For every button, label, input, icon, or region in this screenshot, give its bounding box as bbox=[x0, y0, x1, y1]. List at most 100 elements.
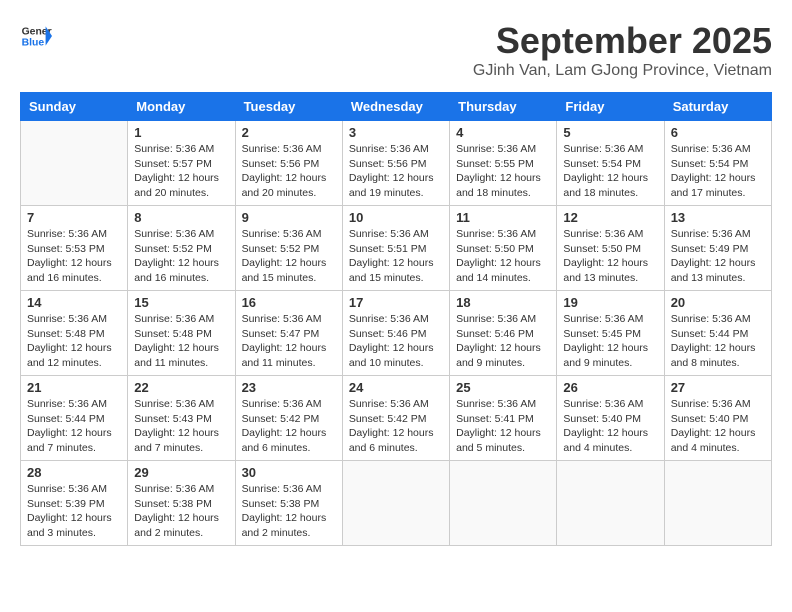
calendar-cell: 27Sunrise: 5:36 AM Sunset: 5:40 PM Dayli… bbox=[664, 376, 771, 461]
day-number: 22 bbox=[134, 380, 228, 395]
header-friday: Friday bbox=[557, 93, 664, 121]
cell-sun-info: Sunrise: 5:36 AM Sunset: 5:52 PM Dayligh… bbox=[134, 227, 228, 286]
day-number: 9 bbox=[242, 210, 336, 225]
calendar-cell: 8 Sunrise: 5:36 AM Sunset: 5:52 PM Daylig… bbox=[128, 206, 235, 291]
calendar-cell: 22 Sunrise: 5:36 AM Sunset: 5:43 PM Dayli… bbox=[128, 376, 235, 461]
day-number: 2 bbox=[242, 125, 336, 140]
calendar-cell: 1Sunrise: 5:36 AM Sunset: 5:57 PM Daylig… bbox=[128, 121, 235, 206]
calendar-cell: 18 Sunrise: 5:36 AM Sunset: 5:46 PM Dayli… bbox=[450, 291, 557, 376]
calendar-cell: 3Sunrise: 5:36 AM Sunset: 5:56 PM Daylig… bbox=[342, 121, 449, 206]
cell-sun-info: Sunrise: 5:36 AM Sunset: 5:46 PM Dayligh… bbox=[456, 312, 550, 371]
calendar-cell: 4 Sunrise: 5:36 AM Sunset: 5:55 PM Daylig… bbox=[450, 121, 557, 206]
cell-sun-info: Sunrise: 5:36 AM Sunset: 5:39 PM Dayligh… bbox=[27, 482, 121, 541]
day-number: 21 bbox=[27, 380, 121, 395]
calendar-cell: 19 Sunrise: 5:36 AM Sunset: 5:45 PM Dayli… bbox=[557, 291, 664, 376]
day-number: 11 bbox=[456, 210, 550, 225]
cell-sun-info: Sunrise: 5:36 AM Sunset: 5:50 PM Dayligh… bbox=[456, 227, 550, 286]
cell-sun-info: Sunrise: 5:36 AM Sunset: 5:49 PM Dayligh… bbox=[671, 227, 765, 286]
day-number: 7 bbox=[27, 210, 121, 225]
day-number: 1 bbox=[134, 125, 228, 140]
day-number: 13 bbox=[671, 210, 765, 225]
calendar-cell: 23Sunrise: 5:36 AM Sunset: 5:42 PM Dayli… bbox=[235, 376, 342, 461]
calendar-cell: 14 Sunrise: 5:36 AM Sunset: 5:48 PM Dayli… bbox=[21, 291, 128, 376]
cell-sun-info: Sunrise: 5:36 AM Sunset: 5:41 PM Dayligh… bbox=[456, 397, 550, 456]
calendar-cell: 11 Sunrise: 5:36 AM Sunset: 5:50 PM Dayli… bbox=[450, 206, 557, 291]
day-number: 5 bbox=[563, 125, 657, 140]
header-thursday: Thursday bbox=[450, 93, 557, 121]
calendar-cell bbox=[342, 461, 449, 546]
month-title: September 2025 bbox=[473, 20, 772, 62]
day-number: 17 bbox=[349, 295, 443, 310]
calendar-cell: 21Sunrise: 5:36 AM Sunset: 5:44 PM Dayli… bbox=[21, 376, 128, 461]
day-number: 16 bbox=[242, 295, 336, 310]
calendar-cell: 16 Sunrise: 5:36 AM Sunset: 5:47 PM Dayli… bbox=[235, 291, 342, 376]
day-number: 23 bbox=[242, 380, 336, 395]
day-number: 15 bbox=[134, 295, 228, 310]
cell-sun-info: Sunrise: 5:36 AM Sunset: 5:43 PM Dayligh… bbox=[134, 397, 228, 456]
cell-sun-info: Sunrise: 5:36 AM Sunset: 5:38 PM Dayligh… bbox=[134, 482, 228, 541]
day-number: 28 bbox=[27, 465, 121, 480]
cell-sun-info: Sunrise: 5:36 AM Sunset: 5:53 PM Dayligh… bbox=[27, 227, 121, 286]
header-wednesday: Wednesday bbox=[342, 93, 449, 121]
day-number: 10 bbox=[349, 210, 443, 225]
calendar-cell bbox=[557, 461, 664, 546]
calendar-cell bbox=[21, 121, 128, 206]
calendar-cell: 20 Sunrise: 5:36 AM Sunset: 5:44 PM Dayli… bbox=[664, 291, 771, 376]
cell-sun-info: Sunrise: 5:36 AM Sunset: 5:40 PM Dayligh… bbox=[563, 397, 657, 456]
cell-sun-info: Sunrise: 5:36 AM Sunset: 5:42 PM Dayligh… bbox=[349, 397, 443, 456]
day-number: 29 bbox=[134, 465, 228, 480]
day-number: 14 bbox=[27, 295, 121, 310]
cell-sun-info: Sunrise: 5:36 AM Sunset: 5:46 PM Dayligh… bbox=[349, 312, 443, 371]
title-section: September 2025 GJinh Van, Lam GJong Prov… bbox=[473, 20, 772, 80]
location-subtitle: GJinh Van, Lam GJong Province, Vietnam bbox=[473, 62, 772, 80]
day-number: 3 bbox=[349, 125, 443, 140]
calendar-header-row: SundayMondayTuesdayWednesdayThursdayFrid… bbox=[21, 93, 772, 121]
day-number: 19 bbox=[563, 295, 657, 310]
cell-sun-info: Sunrise: 5:36 AM Sunset: 5:51 PM Dayligh… bbox=[349, 227, 443, 286]
cell-sun-info: Sunrise: 5:36 AM Sunset: 5:55 PM Dayligh… bbox=[456, 142, 550, 201]
day-number: 20 bbox=[671, 295, 765, 310]
calendar-cell: 29 Sunrise: 5:36 AM Sunset: 5:38 PM Dayli… bbox=[128, 461, 235, 546]
calendar-cell bbox=[450, 461, 557, 546]
calendar-cell: 24 Sunrise: 5:36 AM Sunset: 5:42 PM Dayli… bbox=[342, 376, 449, 461]
calendar-cell: 10 Sunrise: 5:36 AM Sunset: 5:51 PM Dayli… bbox=[342, 206, 449, 291]
calendar-table: SundayMondayTuesdayWednesdayThursdayFrid… bbox=[20, 92, 772, 546]
day-number: 18 bbox=[456, 295, 550, 310]
week-row-5: 28 Sunrise: 5:36 AM Sunset: 5:39 PM Dayli… bbox=[21, 461, 772, 546]
day-number: 26 bbox=[563, 380, 657, 395]
calendar-cell: 15 Sunrise: 5:36 AM Sunset: 5:48 PM Dayli… bbox=[128, 291, 235, 376]
day-number: 8 bbox=[134, 210, 228, 225]
calendar-cell: 28 Sunrise: 5:36 AM Sunset: 5:39 PM Dayli… bbox=[21, 461, 128, 546]
svg-text:Blue: Blue bbox=[22, 38, 45, 49]
week-row-1: 1Sunrise: 5:36 AM Sunset: 5:57 PM Daylig… bbox=[21, 121, 772, 206]
page-header: General Blue September 2025 GJinh Van, L… bbox=[20, 20, 772, 80]
logo: General Blue bbox=[20, 20, 52, 52]
cell-sun-info: Sunrise: 5:36 AM Sunset: 5:48 PM Dayligh… bbox=[134, 312, 228, 371]
day-number: 12 bbox=[563, 210, 657, 225]
day-number: 24 bbox=[349, 380, 443, 395]
logo-icon: General Blue bbox=[20, 20, 52, 52]
day-number: 27 bbox=[671, 380, 765, 395]
cell-sun-info: Sunrise: 5:36 AM Sunset: 5:54 PM Dayligh… bbox=[671, 142, 765, 201]
week-row-3: 14 Sunrise: 5:36 AM Sunset: 5:48 PM Dayli… bbox=[21, 291, 772, 376]
cell-sun-info: Sunrise: 5:36 AM Sunset: 5:52 PM Dayligh… bbox=[242, 227, 336, 286]
calendar-cell: 13 Sunrise: 5:36 AM Sunset: 5:49 PM Dayli… bbox=[664, 206, 771, 291]
day-number: 4 bbox=[456, 125, 550, 140]
cell-sun-info: Sunrise: 5:36 AM Sunset: 5:47 PM Dayligh… bbox=[242, 312, 336, 371]
calendar-cell: 7 Sunrise: 5:36 AM Sunset: 5:53 PM Daylig… bbox=[21, 206, 128, 291]
cell-sun-info: Sunrise: 5:36 AM Sunset: 5:50 PM Dayligh… bbox=[563, 227, 657, 286]
calendar-cell: 30Sunrise: 5:36 AM Sunset: 5:38 PM Dayli… bbox=[235, 461, 342, 546]
week-row-4: 21Sunrise: 5:36 AM Sunset: 5:44 PM Dayli… bbox=[21, 376, 772, 461]
cell-sun-info: Sunrise: 5:36 AM Sunset: 5:48 PM Dayligh… bbox=[27, 312, 121, 371]
cell-sun-info: Sunrise: 5:36 AM Sunset: 5:44 PM Dayligh… bbox=[671, 312, 765, 371]
calendar-cell: 12 Sunrise: 5:36 AM Sunset: 5:50 PM Dayli… bbox=[557, 206, 664, 291]
cell-sun-info: Sunrise: 5:36 AM Sunset: 5:45 PM Dayligh… bbox=[563, 312, 657, 371]
header-monday: Monday bbox=[128, 93, 235, 121]
calendar-cell: 2Sunrise: 5:36 AM Sunset: 5:56 PM Daylig… bbox=[235, 121, 342, 206]
calendar-cell: 6Sunrise: 5:36 AM Sunset: 5:54 PM Daylig… bbox=[664, 121, 771, 206]
header-sunday: Sunday bbox=[21, 93, 128, 121]
calendar-cell bbox=[664, 461, 771, 546]
header-tuesday: Tuesday bbox=[235, 93, 342, 121]
week-row-2: 7 Sunrise: 5:36 AM Sunset: 5:53 PM Daylig… bbox=[21, 206, 772, 291]
calendar-cell: 9 Sunrise: 5:36 AM Sunset: 5:52 PM Daylig… bbox=[235, 206, 342, 291]
